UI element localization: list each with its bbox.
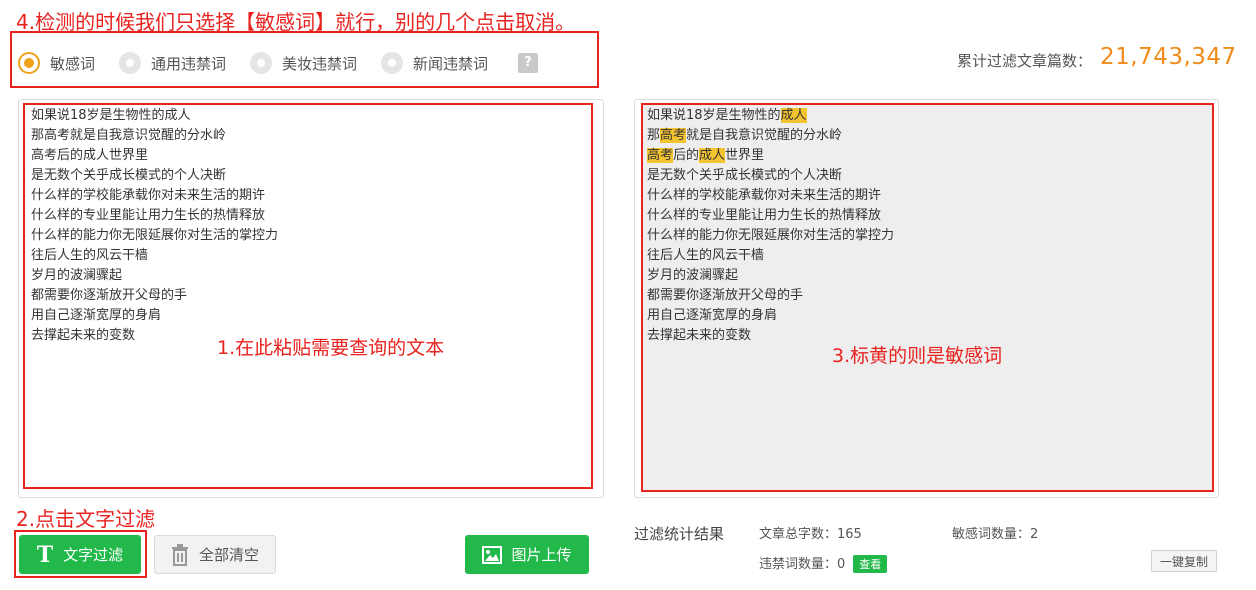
input-line: 什么样的专业里能让用力生长的热情释放 xyxy=(31,208,266,223)
output-text-segment: 什么样的学校能承载你对未来生活的期许 xyxy=(647,188,882,203)
clear-all-label: 全部清空 xyxy=(198,546,259,564)
output-line: 岁月的波澜骤起 xyxy=(647,266,894,286)
output-line: 往后人生的风云干樯 xyxy=(647,246,894,266)
output-text-segment: 就是自我意识觉醒的分水岭 xyxy=(686,128,843,143)
output-line: 高考后的成人世界里 xyxy=(647,146,894,166)
output-text-segment: 那 xyxy=(647,128,661,143)
text-t-icon: T xyxy=(36,541,54,568)
input-line: 都需要你逐渐放开父母的手 xyxy=(31,288,188,303)
input-line: 那高考就是自我意识觉醒的分水岭 xyxy=(31,128,227,143)
output-text-segment: 什么样的能力你无限延展你对生活的掌控力 xyxy=(647,228,895,243)
input-textarea[interactable]: 如果说18岁是生物性的成人那高考就是自我意识觉醒的分水岭 高考后的成人世界里是无数… xyxy=(31,106,278,346)
banned-count-stat: 违禁词数量：0 xyxy=(759,557,846,572)
highlighted-sensitive-word: 成人 xyxy=(780,108,807,123)
trash-icon xyxy=(171,543,188,566)
highlighted-sensitive-word: 高考 xyxy=(647,148,674,163)
article-count-value: 21,743,347 xyxy=(1100,44,1237,70)
output-text-segment: 如果说18岁是生物性的 xyxy=(647,108,781,123)
output-text-segment: 岁月的波澜骤起 xyxy=(647,268,739,283)
output-text-segment: 往后人生的风云干樯 xyxy=(647,248,765,263)
image-upload-label: 图片上传 xyxy=(511,546,572,564)
annotation-box-options xyxy=(10,31,599,88)
output-line: 什么样的专业里能让用力生长的热情释放 xyxy=(647,206,894,226)
output-text-segment: 世界里 xyxy=(725,148,765,163)
input-line: 岁月的波澜骤起 xyxy=(31,268,123,283)
output-line: 用自己逐渐宽厚的身肩 xyxy=(647,306,894,326)
output-text-segment: 什么样的专业里能让用力生长的热情释放 xyxy=(647,208,882,223)
input-line: 如果说18岁是生物性的成人 xyxy=(31,108,191,123)
view-button[interactable]: 查看 xyxy=(853,555,888,573)
output-text-segment: 用自己逐渐宽厚的身肩 xyxy=(647,308,778,323)
input-line: 高考后的成人世界里 xyxy=(31,148,149,163)
clear-all-button[interactable]: 全部清空 xyxy=(154,535,276,574)
output-line: 是无数个关乎成长模式的个人决断 xyxy=(647,166,894,186)
filter-stats-title: 过滤统计结果 xyxy=(634,525,725,543)
output-line: 什么样的能力你无限延展你对生活的掌控力 xyxy=(647,226,894,246)
annotation-step2: 2.点击文字过滤 xyxy=(16,507,156,531)
input-line: 用自己逐渐宽厚的身肩 xyxy=(31,308,162,323)
annotation-step1: 1.在此粘贴需要查询的文本 xyxy=(217,337,445,359)
image-icon xyxy=(482,545,503,564)
input-line: 什么样的能力你无限延展你对生活的掌控力 xyxy=(31,228,279,243)
output-line: 都需要你逐渐放开父母的手 xyxy=(647,286,894,306)
output-text-segment: 后的 xyxy=(673,148,700,163)
highlighted-sensitive-word: 成人 xyxy=(699,148,726,163)
output-line: 那高考就是自我意识觉醒的分水岭 xyxy=(647,126,894,146)
output-text-segment: 是无数个关乎成长模式的个人决断 xyxy=(647,168,843,183)
image-upload-button[interactable]: 图片上传 xyxy=(465,535,589,574)
output-text-segment: 去撑起未来的变数 xyxy=(647,328,752,343)
banned-count-row: 违禁词数量：0 查看 xyxy=(759,553,888,573)
input-line: 往后人生的风云干樯 xyxy=(31,248,149,263)
input-line: 是无数个关乎成长模式的个人决断 xyxy=(31,168,227,183)
article-count-label: 累计过滤文章篇数： xyxy=(957,52,1093,70)
highlighted-sensitive-word: 高考 xyxy=(660,128,687,143)
text-filter-label: 文字过滤 xyxy=(63,546,124,564)
output-line: 什么样的学校能承载你对未来生活的期许 xyxy=(647,186,894,206)
annotation-step3: 3.标黄的则是敏感词 xyxy=(832,345,1003,367)
copy-all-button[interactable]: 一键复制 xyxy=(1151,550,1217,572)
output-text-segment: 都需要你逐渐放开父母的手 xyxy=(647,288,804,303)
text-filter-button[interactable]: T 文字过滤 xyxy=(19,535,141,574)
input-line: 什么样的学校能承载你对未来生活的期许 xyxy=(31,188,266,203)
total-chars-stat: 文章总字数：165 xyxy=(759,527,862,542)
sensitive-count-stat: 敏感词数量：2 xyxy=(952,527,1039,542)
output-text: 如果说18岁是生物性的成人 那高考就是自我意识觉醒的分水岭 高考后的成人世界里 是无数… xyxy=(647,106,894,346)
output-line: 如果说18岁是生物性的成人 xyxy=(647,106,894,126)
